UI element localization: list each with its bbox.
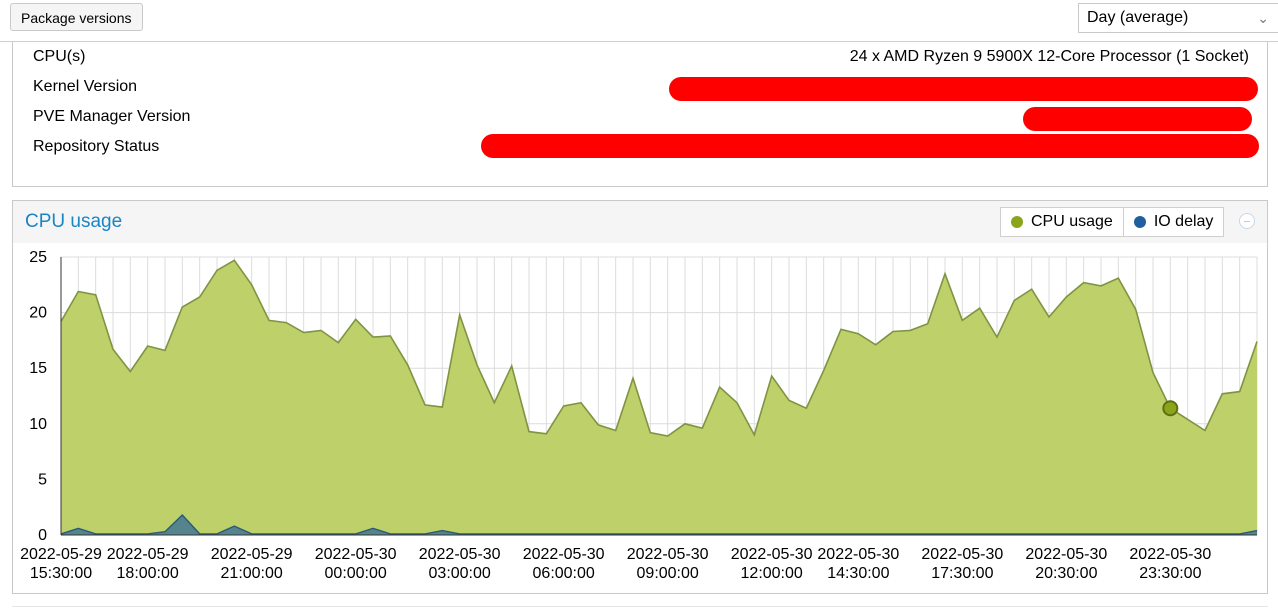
info-label-cpus: CPU(s) [33, 48, 86, 65]
timeframe-select[interactable]: Day (average) ⌄ [1078, 3, 1278, 33]
redacted-kernel-version [669, 77, 1258, 101]
cpu-usage-chart: 0 5 10 15 20 25 2022-05-29 15:30:00 2022-05-29 18… [20, 249, 1258, 582]
x-tick-label-date: 2022-05-29 [211, 546, 293, 563]
node-info-panel: CPU(s) 24 x AMD Ryzen 9 5900X 12-Core Pr… [12, 42, 1268, 187]
y-tick-label: 20 [29, 305, 47, 322]
series-area-cpu-usage [61, 260, 1257, 535]
next-panel-edge [12, 606, 1268, 607]
cpu-usage-panel: CPU usage CPU usage IO delay 0 5 10 15 20 25 2… [12, 200, 1268, 594]
x-tick-label-time: 06:00:00 [533, 565, 595, 582]
x-tick-label-date: 2022-05-30 [921, 546, 1003, 563]
top-toolbar: Package versions Day (average) ⌄ [0, 0, 1278, 42]
redacted-repository-status [481, 134, 1259, 158]
x-tick-label-time: 17:30:00 [931, 565, 993, 582]
x-tick-label-time: 09:00:00 [637, 565, 699, 582]
x-tick-label-time: 00:00:00 [325, 565, 387, 582]
info-label-repository: Repository Status [33, 138, 160, 155]
x-tick-label-date: 2022-05-30 [731, 546, 813, 563]
x-tick-label-time: 23:30:00 [1139, 565, 1201, 582]
x-tick-label-date: 2022-05-30 [523, 546, 605, 563]
x-tick-label-time: 21:00:00 [221, 565, 283, 582]
info-value-cpus: 24 x AMD Ryzen 9 5900X 12-Core Processor… [849, 48, 1249, 65]
info-label-kernel: Kernel Version [33, 78, 138, 95]
x-tick-label-date: 2022-05-30 [1025, 546, 1107, 563]
x-tick-label-date: 2022-05-29 [107, 546, 189, 563]
x-tick-label-date: 2022-05-30 [627, 546, 709, 563]
redacted-pve-manager-version [1023, 107, 1252, 131]
highlighted-data-point [1162, 400, 1179, 417]
x-tick-label-date: 2022-05-30 [1129, 546, 1211, 563]
timeframe-value: Day (average) [1087, 9, 1189, 26]
package-versions-button[interactable]: Package versions [10, 3, 143, 31]
x-tick-label-time: 15:30:00 [30, 565, 92, 582]
x-tick-label-date: 2022-05-30 [315, 546, 397, 563]
x-tick-label-date: 2022-05-29 [20, 546, 102, 563]
y-tick-label: 15 [29, 360, 47, 377]
x-tick-label-time: 12:00:00 [741, 565, 803, 582]
x-tick-label-time: 18:00:00 [117, 565, 179, 582]
chevron-down-icon: ⌄ [1257, 10, 1269, 26]
y-tick-label: 0 [38, 527, 47, 544]
y-tick-label: 10 [29, 416, 47, 433]
x-tick-label-date: 2022-05-30 [419, 546, 501, 563]
x-tick-label-date: 2022-05-30 [817, 546, 899, 563]
x-tick-label-time: 03:00:00 [429, 565, 491, 582]
x-tick-label-time: 20:30:00 [1035, 565, 1097, 582]
x-tick-label-time: 14:30:00 [827, 565, 889, 582]
info-label-pve-manager: PVE Manager Version [33, 108, 191, 125]
y-tick-label: 5 [38, 471, 47, 488]
y-tick-label: 25 [29, 249, 47, 266]
